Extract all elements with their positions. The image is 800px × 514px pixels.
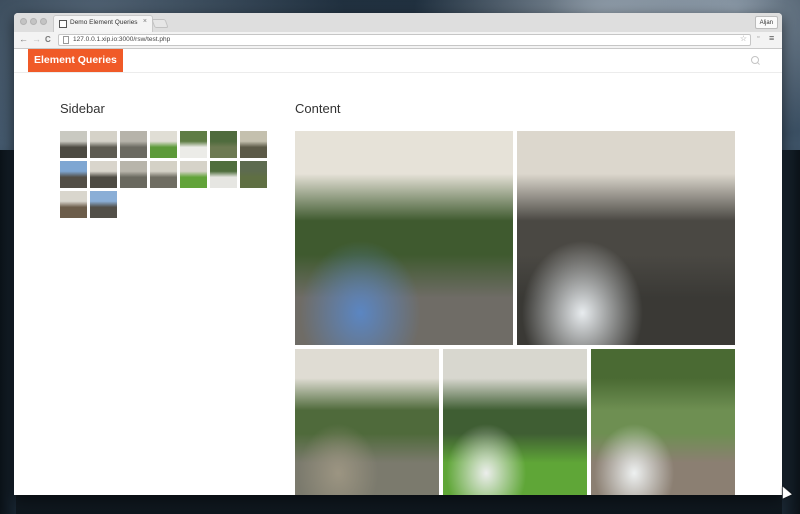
thumbnail-image[interactable] — [120, 131, 147, 158]
close-window-button[interactable] — [20, 18, 27, 25]
page-icon — [63, 36, 69, 44]
thumbnail-image[interactable] — [60, 161, 87, 188]
content-photo[interactable] — [591, 349, 735, 495]
thumbnail-image[interactable] — [210, 131, 237, 158]
content-photo-grid — [295, 131, 735, 495]
browser-tab[interactable]: Demo Element Queries × — [53, 15, 153, 32]
extension-icon[interactable]: ▫ — [757, 34, 759, 41]
thumbnail-image[interactable] — [150, 131, 177, 158]
tab-title: Demo Element Queries — [70, 19, 138, 26]
page-viewport: Element Queries Sidebar Content — [14, 49, 782, 495]
address-bar[interactable]: 127.0.0.1.xip.io:3000/rsw/test.php ☆ — [58, 34, 751, 46]
thumbnail-image[interactable] — [150, 161, 177, 188]
content-photo[interactable] — [295, 349, 439, 495]
back-arrow-icon[interactable]: ← — [19, 34, 28, 45]
browser-window: Demo Element Queries × Aljan ← → C 127.0… — [14, 13, 782, 495]
thumbnail-image[interactable] — [90, 191, 117, 218]
forward-arrow-icon[interactable]: → — [32, 34, 41, 45]
title-bar: Demo Element Queries × Aljan — [14, 13, 782, 32]
zoom-window-button[interactable] — [40, 18, 47, 25]
content-photo[interactable] — [295, 131, 513, 345]
search-icon[interactable] — [751, 56, 759, 64]
brand-logo[interactable]: Element Queries — [28, 49, 123, 72]
sidebar-title: Sidebar — [60, 101, 105, 116]
content-title: Content — [295, 101, 341, 116]
thumbnail-image[interactable] — [60, 191, 87, 218]
thumbnail-image[interactable] — [90, 161, 117, 188]
mouse-cursor — [778, 484, 792, 499]
menu-icon[interactable]: ≡ — [769, 33, 774, 43]
thumbnail-image[interactable] — [210, 161, 237, 188]
bookmark-star-icon[interactable]: ☆ — [740, 34, 747, 43]
tab-close-icon[interactable]: × — [143, 18, 147, 25]
thumbnail-image[interactable] — [60, 131, 87, 158]
thumbnail-image[interactable] — [90, 131, 117, 158]
thumbnail-image[interactable] — [120, 161, 147, 188]
thumbnail-image[interactable] — [240, 131, 267, 158]
thumbnail-image[interactable] — [180, 161, 207, 188]
site-header: Element Queries — [14, 49, 782, 73]
thumbnail-image[interactable] — [240, 161, 267, 188]
favicon-icon — [59, 20, 67, 28]
minimize-window-button[interactable] — [30, 18, 37, 25]
profile-button[interactable]: Aljan — [754, 16, 778, 29]
url-text: 127.0.0.1.xip.io:3000/rsw/test.php — [73, 36, 171, 43]
content-photo[interactable] — [443, 349, 587, 495]
new-tab-button[interactable] — [151, 19, 169, 28]
desktop-trees-right — [782, 150, 800, 514]
browser-toolbar: ← → C 127.0.0.1.xip.io:3000/rsw/test.php… — [14, 32, 782, 49]
reload-icon[interactable]: C — [45, 34, 51, 45]
thumbnail-image[interactable] — [180, 131, 207, 158]
content-photo[interactable] — [517, 131, 735, 345]
